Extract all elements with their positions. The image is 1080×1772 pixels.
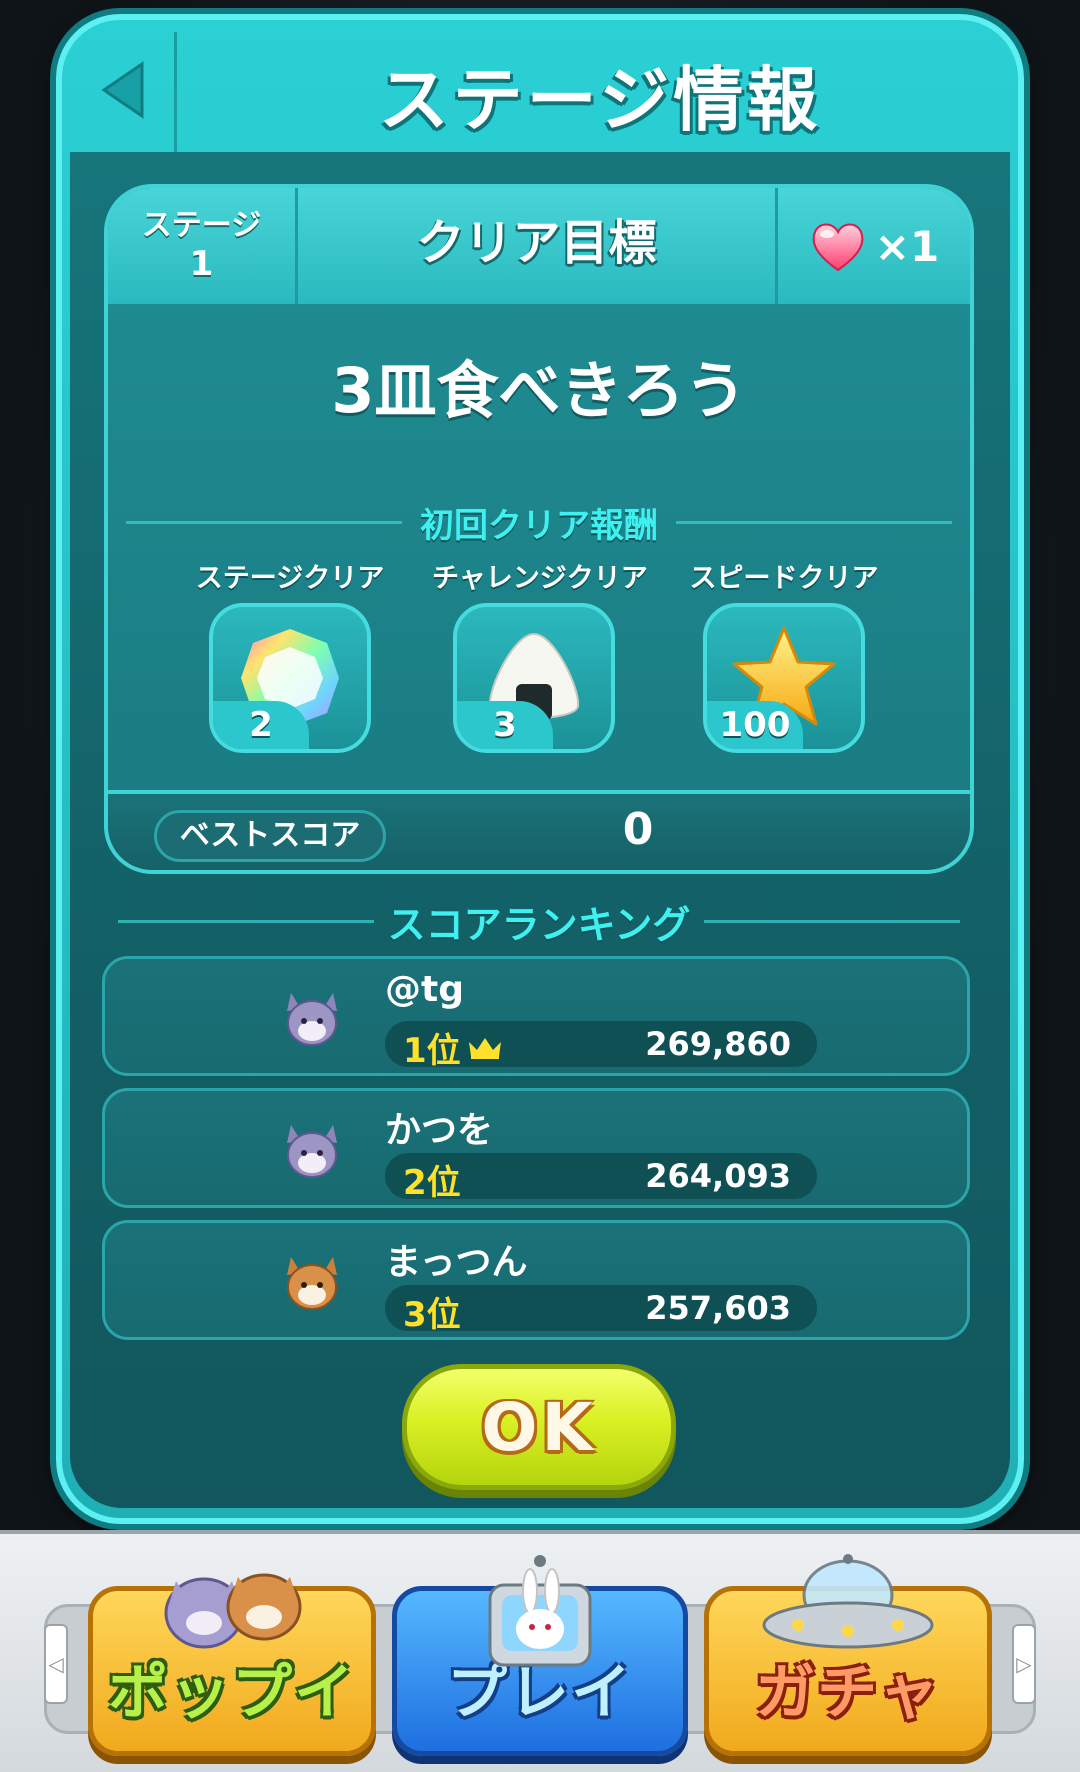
rank-position-text: 1位 <box>403 1031 461 1071</box>
stage-card: ステージ 1 クリア目標 ×1 3皿食べきろう 初回クリア報酬 ステージクリア … <box>104 184 974 874</box>
rank-score-bar: 2位 264,093 <box>385 1153 817 1203</box>
player-name: まっつん <box>385 1242 528 1283</box>
back-arrow-icon <box>101 61 144 119</box>
best-score-value: 0 <box>622 804 654 855</box>
heart-icon <box>812 223 864 272</box>
divider-line <box>676 520 952 524</box>
reward-label: スピードクリア <box>689 563 879 594</box>
player-name: かつを <box>385 1110 494 1151</box>
gray-cat-avatar <box>287 1125 337 1178</box>
rewards-heading: 初回クリア報酬 <box>108 502 970 546</box>
back-button[interactable] <box>88 50 158 130</box>
reward-count: 100 <box>707 701 803 749</box>
play-button[interactable]: プレイ <box>392 1555 688 1756</box>
rank-score: 257,603 <box>645 1289 791 1327</box>
goal-header: クリア目標 <box>298 188 778 304</box>
rank-score: 269,860 <box>645 1025 791 1063</box>
divider-line <box>126 520 402 524</box>
rank-position-text: 3位 <box>403 1295 461 1335</box>
gacha-button[interactable]: ガチャ <box>704 1554 992 1756</box>
rank-position: 3位 <box>403 1287 461 1336</box>
rank-position: 1位 <box>403 1023 503 1072</box>
life-cost-text: ×1 <box>874 221 940 271</box>
goal-text: 3皿食べきろう <box>331 354 747 427</box>
reward-count: 2 <box>213 701 309 749</box>
reward-stage-clear: ステージクリア 2 <box>196 556 384 753</box>
ufo-icon <box>709 1551 987 1661</box>
reward-challenge-clear: チャレンジクリア 3 <box>432 556 648 753</box>
reward-box: 100 <box>703 603 865 753</box>
best-score-row: ベストスコア 0 <box>108 790 970 870</box>
rank-position: 2位 <box>403 1155 461 1204</box>
ranking-heading: スコアランキング <box>104 896 974 947</box>
stage-label: ステージ <box>141 208 262 243</box>
reward-box: 2 <box>209 603 371 753</box>
reward-label: ステージクリア <box>195 563 385 594</box>
reward-label: チャレンジクリア <box>432 563 648 594</box>
reward-count: 3 <box>457 701 553 749</box>
rewards-heading-text: 初回クリア報酬 <box>420 505 658 546</box>
poppy-button[interactable]: ポップイ <box>88 1573 376 1756</box>
shiba-dog-avatar <box>287 1257 337 1310</box>
ranking-row[interactable]: かつを 2位 264,093 <box>102 1088 970 1208</box>
stage-card-header: ステージ 1 クリア目標 ×1 <box>108 188 970 304</box>
ranking-heading-text: スコアランキング <box>387 902 691 947</box>
modal-title: ステージ情報 <box>378 59 822 141</box>
reward-box: 3 <box>453 603 615 753</box>
player-name: @tg <box>385 969 464 1010</box>
rank-score-bar: 1位 269,860 <box>385 1021 817 1071</box>
stage-card-body: 3皿食べきろう 初回クリア報酬 ステージクリア 2 チャレンジクリア 3 スピー… <box>108 304 970 790</box>
ranking-row[interactable]: まっつん 3位 257,603 <box>102 1220 970 1340</box>
reward-speed-clear: スピードクリア 100 <box>690 556 879 753</box>
divider-line <box>118 919 374 923</box>
life-cost: ×1 <box>778 188 970 304</box>
header-separator <box>174 32 177 152</box>
best-score-label: ベストスコア <box>154 810 386 862</box>
rank-score-bar: 3位 257,603 <box>385 1285 817 1335</box>
stage-number-cell: ステージ 1 <box>108 188 298 304</box>
rank-position-text: 2位 <box>403 1163 461 1203</box>
ok-button[interactable]: OK <box>402 1364 676 1490</box>
gray-cat-avatar <box>287 993 337 1046</box>
ranking-row[interactable]: @tg 1位 269,860 <box>102 956 970 1076</box>
nav-right-arrow-icon[interactable]: ▷ <box>1012 1624 1036 1704</box>
divider-line <box>704 919 960 923</box>
rabbit-pilot-icon <box>397 1551 683 1667</box>
rank-score: 264,093 <box>645 1157 791 1195</box>
stage-number: 1 <box>189 244 214 284</box>
nav-left-arrow-icon[interactable]: ◁ <box>44 1624 68 1704</box>
poppy-characters-icon <box>93 1551 371 1661</box>
crown-icon <box>468 1037 501 1059</box>
